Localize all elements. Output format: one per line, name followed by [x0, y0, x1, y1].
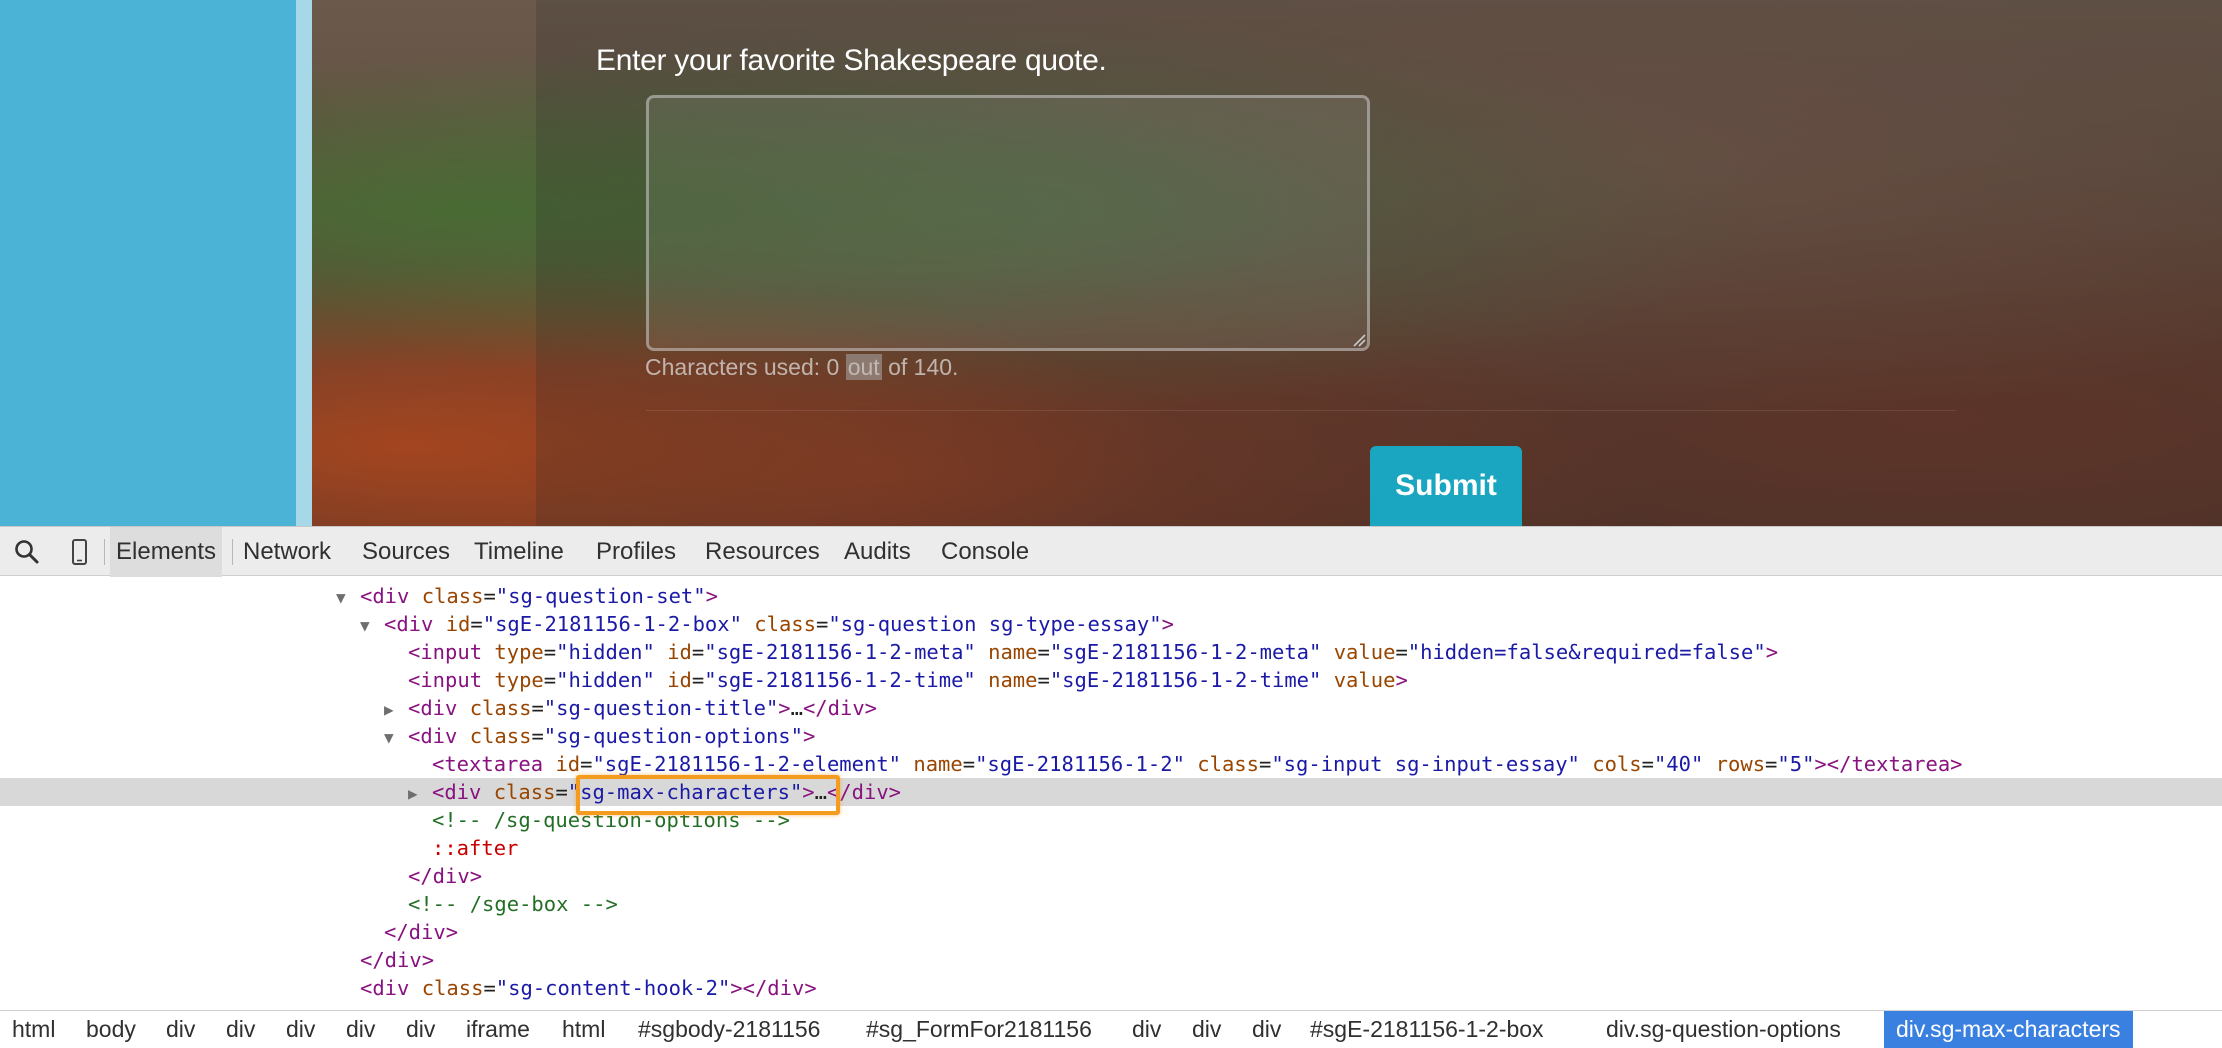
character-counter: Characters used: 0 out of 140.	[645, 354, 958, 381]
tree-node-selected[interactable]: ▶ <div class="sg-max-characters">…</div>	[0, 778, 2222, 806]
collapse-triangle-icon[interactable]: ▼	[336, 584, 360, 612]
tab-profiles[interactable]: Profiles	[590, 527, 682, 577]
tree-node[interactable]: ▼ <div id="sgE-2181156-1-2-box" class="sg…	[0, 610, 2222, 638]
resize-grip-icon[interactable]	[1352, 333, 1366, 347]
breadcrumb-item[interactable]: #sg_FormFor2181156	[866, 1011, 1092, 1048]
expand-triangle-icon[interactable]: ▶	[408, 780, 432, 808]
char-count-suffix: of 140.	[888, 354, 959, 380]
breadcrumb-item[interactable]: body	[86, 1011, 136, 1048]
breadcrumb-item[interactable]: div	[1252, 1011, 1281, 1048]
tree-node[interactable]: <textarea id="sgE-2181156-1-2-element" n…	[0, 750, 2222, 778]
tree-node[interactable]: ▶ <div class="sg-question-title">…</div>	[0, 694, 2222, 722]
question-title: Enter your favorite Shakespeare quote.	[596, 44, 1107, 77]
breadcrumb-item[interactable]: div	[166, 1011, 195, 1048]
survey-page: Enter your favorite Shakespeare quote. C…	[0, 0, 2222, 526]
breadcrumb-item[interactable]: div	[286, 1011, 315, 1048]
device-mode-icon[interactable]	[64, 537, 94, 567]
tab-audits[interactable]: Audits	[838, 527, 917, 577]
breadcrumb-item-active[interactable]: div.sg-max-characters	[1884, 1011, 2133, 1048]
breadcrumb-item[interactable]: html	[12, 1011, 55, 1048]
tree-comment[interactable]: <!-- /sg-question-options -->	[0, 806, 2222, 834]
tab-timeline[interactable]: Timeline	[468, 527, 570, 577]
breadcrumb-item[interactable]: html	[562, 1011, 605, 1048]
breadcrumb-bar: html body div div div div div iframe htm…	[0, 1010, 2222, 1048]
breadcrumb-item[interactable]: div	[1192, 1011, 1221, 1048]
char-count-highlight: out	[845, 354, 882, 380]
page-sidebar-edge	[296, 0, 312, 526]
tab-elements[interactable]: Elements	[110, 527, 223, 577]
expand-triangle-icon[interactable]: ▶	[384, 696, 408, 724]
breadcrumb-item[interactable]: #sgE-2181156-1-2-box	[1310, 1011, 1544, 1048]
tree-node[interactable]: <input type="hidden" id="sgE-2181156-1-2…	[0, 666, 2222, 694]
breadcrumb-item[interactable]: div	[406, 1011, 435, 1048]
tab-sources[interactable]: Sources	[356, 527, 456, 577]
breadcrumb-item[interactable]: div	[346, 1011, 375, 1048]
collapse-triangle-icon[interactable]: ▼	[384, 724, 408, 752]
tree-top-fade	[0, 577, 2222, 585]
submit-button[interactable]: Submit	[1370, 446, 1522, 526]
tree-node[interactable]: </div>	[0, 946, 2222, 974]
tree-node[interactable]: ▼ <div class="sg-question-options">	[0, 722, 2222, 750]
tree-node[interactable]: </div>	[0, 918, 2222, 946]
breadcrumb-item[interactable]: iframe	[466, 1011, 530, 1048]
tree-node[interactable]: <div class="sg-content-hook-2"></div>	[0, 974, 2222, 1002]
tree-comment[interactable]: <!-- /sge-box -->	[0, 890, 2222, 918]
tree-node[interactable]: <input type="hidden" id="sgE-2181156-1-2…	[0, 638, 2222, 666]
elements-tree[interactable]: ▼ <div class="sg-question-set"> ▼ <div id=…	[0, 577, 2222, 1010]
toolbar-separator	[104, 539, 105, 565]
breadcrumb-item[interactable]: #sgbody-2181156	[638, 1011, 820, 1048]
tree-node[interactable]: </div>	[0, 862, 2222, 890]
search-icon[interactable]	[12, 537, 42, 567]
essay-textarea[interactable]	[646, 95, 1370, 351]
form-divider	[646, 410, 1956, 411]
breadcrumb-item[interactable]: div.sg-question-options	[1606, 1011, 1841, 1048]
page-sidebar-blue	[0, 0, 296, 526]
tab-network[interactable]: Network	[237, 527, 337, 577]
collapse-triangle-icon[interactable]: ▼	[360, 612, 384, 640]
tree-pseudo-element[interactable]: ::after	[0, 834, 2222, 862]
breadcrumb-item[interactable]: div	[226, 1011, 255, 1048]
tree-node[interactable]: ▼ <div class="sg-question-set">	[0, 582, 2222, 610]
tab-console[interactable]: Console	[935, 527, 1035, 577]
tab-resources[interactable]: Resources	[699, 527, 826, 577]
breadcrumb-item[interactable]: div	[1132, 1011, 1161, 1048]
char-count-prefix: Characters used: 0	[645, 354, 840, 380]
devtools-toolbar: Elements Network Sources Timeline Profil…	[0, 526, 2222, 577]
toolbar-separator	[232, 539, 233, 565]
